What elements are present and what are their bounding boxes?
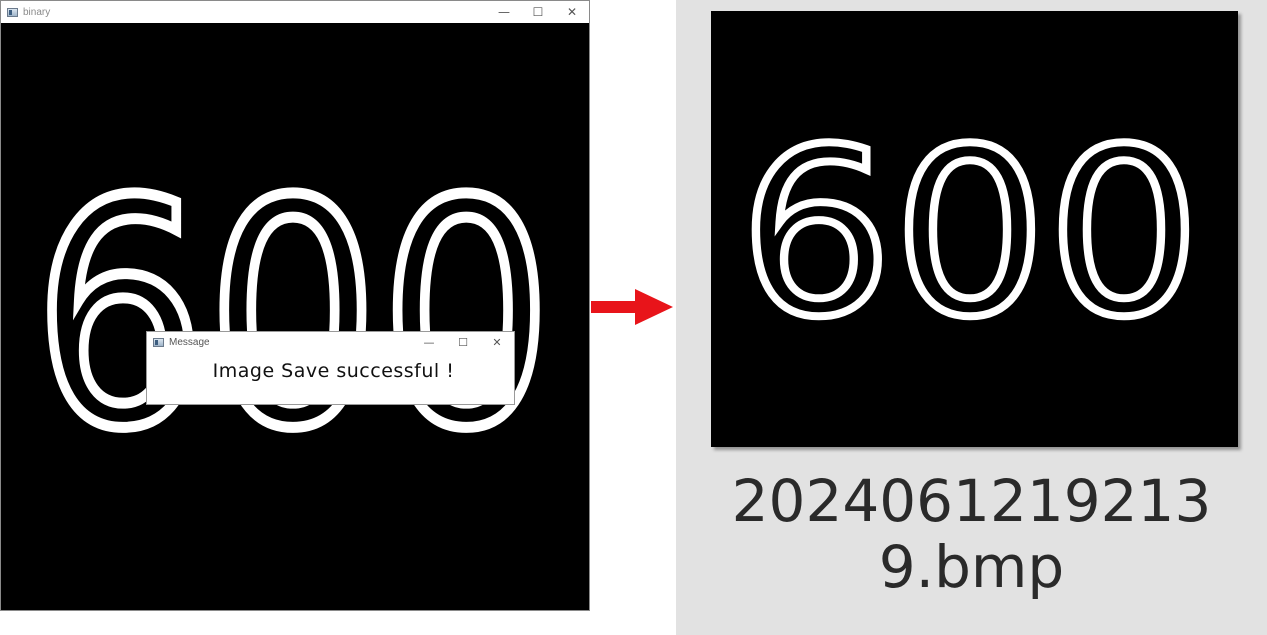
file-name-line-1: 2024061219213 [731,467,1212,535]
binary-window-titlebar[interactable]: binary — ☐ ✕ [1,1,589,23]
right-arrow-icon [591,289,673,325]
minimize-button[interactable]: — [412,332,446,352]
binary-window-title: binary [23,6,51,18]
binary-image-digits: 600 [28,131,559,503]
thumbnail-digits: 600 [735,97,1205,372]
file-name-line-2: 9.bmp [878,533,1065,601]
message-text: Image Save successful ! [212,360,455,382]
opencv-window-icon [7,7,18,17]
message-dialog-title: Message [169,336,210,348]
thumbnail-number: 600 [739,101,1201,368]
message-dialog-titlebar[interactable]: Message — ☐ ✕ [147,332,514,352]
file-thumbnail-panel[interactable]: 600 2024061219213 9.bmp [676,0,1267,635]
message-dialog: Message — ☐ ✕ Image Save successful ! [146,331,515,405]
maximize-button[interactable]: ☐ [446,332,480,352]
file-name[interactable]: 2024061219213 9.bmp [676,468,1267,600]
binary-window: binary — ☐ ✕ 600 [0,0,590,611]
opencv-window-icon [153,337,164,347]
maximize-button[interactable]: ☐ [521,1,555,23]
binary-image-number: 600 [33,136,553,497]
close-button[interactable]: ✕ [555,1,589,23]
close-button[interactable]: ✕ [480,332,514,352]
binary-image-canvas: 600 [1,23,589,610]
minimize-button[interactable]: — [487,1,521,23]
file-thumbnail-image[interactable]: 600 [711,11,1238,447]
